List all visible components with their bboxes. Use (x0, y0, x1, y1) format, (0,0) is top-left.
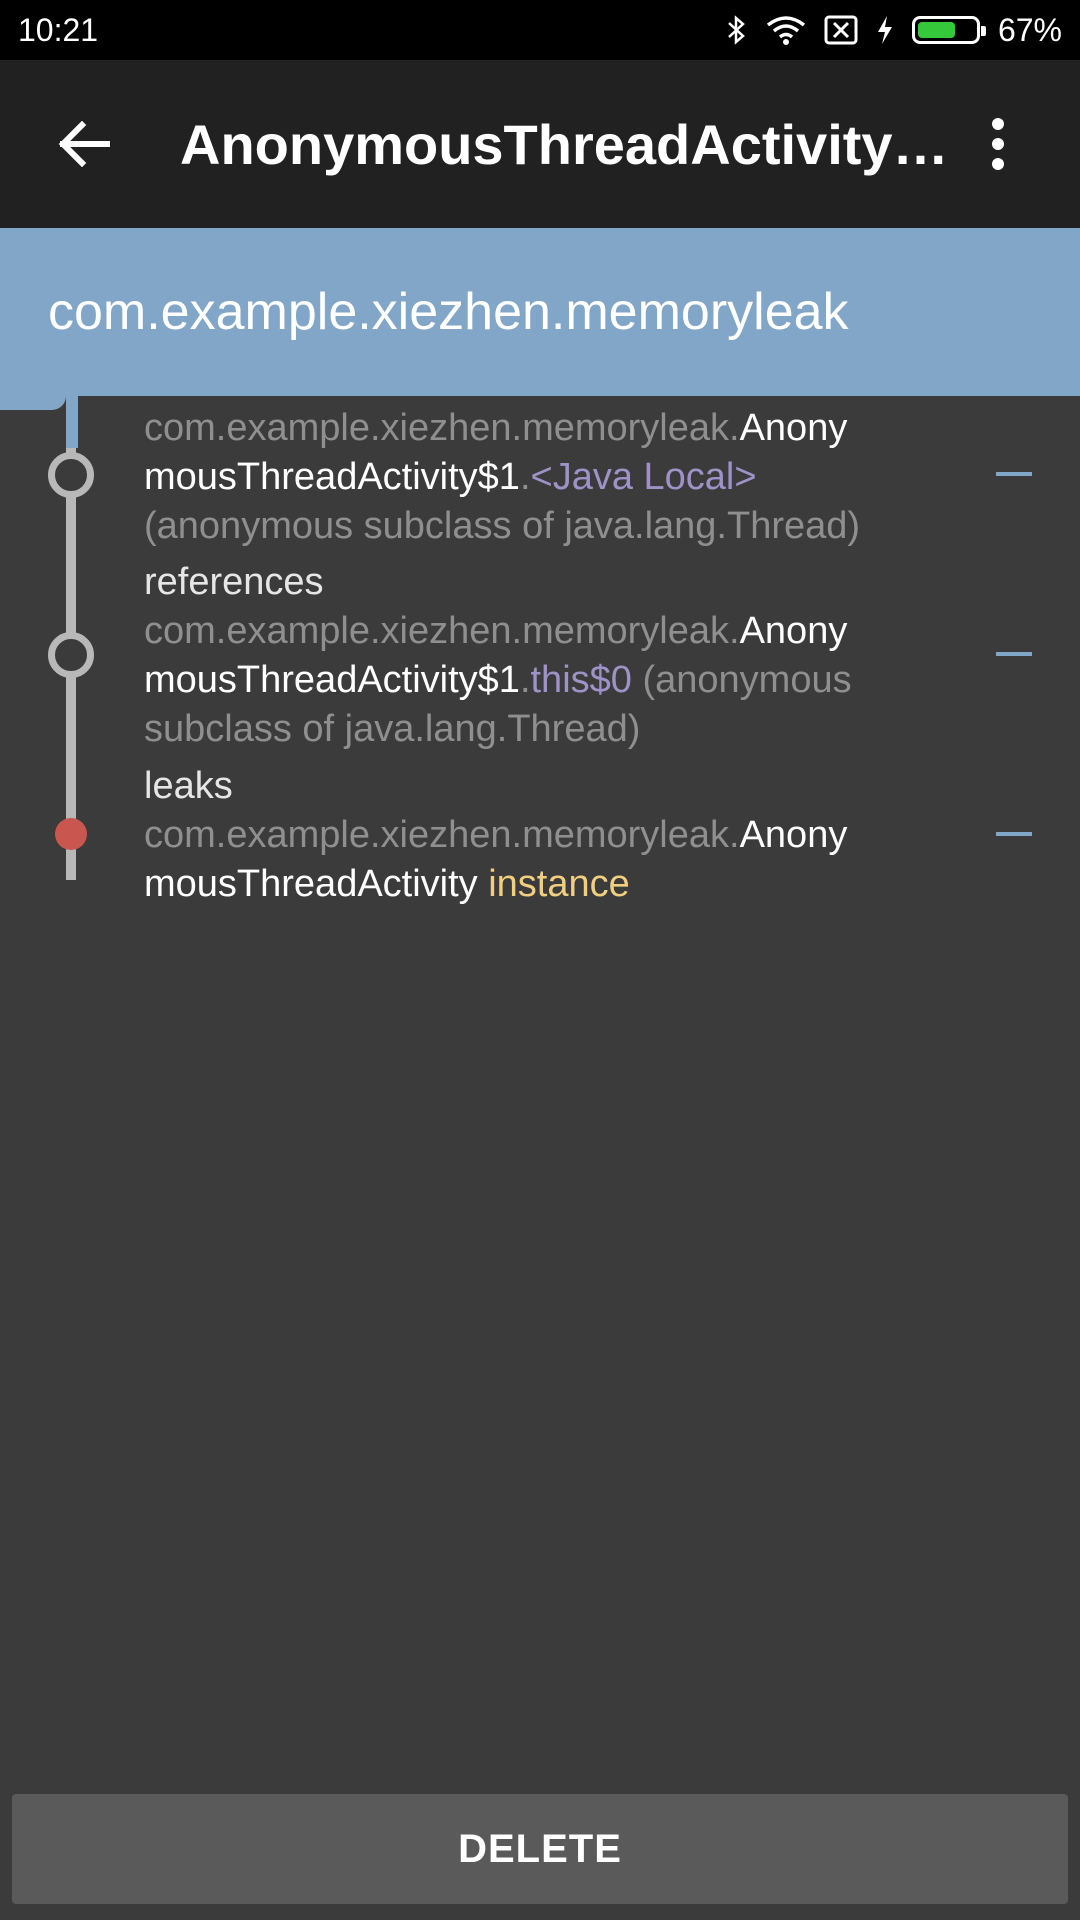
trace-connector (0, 396, 66, 410)
wifi-icon (766, 15, 806, 45)
trace-entry-3[interactable]: leaks com.example.xiezhen.memoryleak.Anon… (144, 762, 954, 909)
charging-icon (876, 15, 894, 45)
trace-entry-2[interactable]: references com.example.xiezhen.memoryleak… (144, 558, 954, 754)
collapse-icon[interactable] (996, 832, 1032, 836)
entry-dot: . (519, 659, 531, 701)
status-bar: 10:21 67% (0, 0, 1080, 60)
trace-node-1 (48, 452, 94, 498)
entry-class: Anony (739, 610, 848, 652)
package-name: com.example.xiezhen.memoryleak (48, 283, 849, 341)
entry-class-cont: mousThreadActivity (144, 863, 478, 905)
collapse-icon[interactable] (996, 472, 1032, 476)
overflow-menu-button[interactable] (958, 60, 1038, 228)
status-icons: 67% (726, 12, 1062, 49)
back-button[interactable] (24, 60, 144, 228)
entry-dot: . (519, 456, 531, 498)
trace-entry-1[interactable]: com.example.xiezhen.memoryleak.Anony mous… (144, 404, 954, 551)
entry-instance: instance (488, 863, 630, 905)
battery-fill (917, 22, 956, 38)
entry-class-cont: mousThreadActivity$1 (144, 456, 520, 498)
more-vertical-icon (992, 118, 1004, 170)
no-sim-icon (824, 15, 858, 45)
entry-class-cont: mousThreadActivity$1 (144, 659, 520, 701)
trace-node-2 (48, 632, 94, 678)
entry-field: <Java Local> (530, 456, 757, 498)
bluetooth-icon (726, 14, 748, 46)
entry-detail: (anonymous subclass of java.lang.Thread) (144, 505, 861, 547)
trace-line-top (66, 396, 78, 448)
status-time: 10:21 (18, 11, 99, 48)
battery-percent: 67% (997, 11, 1062, 48)
delete-button[interactable]: DELETE (12, 1794, 1068, 1904)
entry-package: com.example.xiezhen.memoryleak. (144, 610, 740, 652)
entry-class: Anony (739, 814, 848, 856)
battery-icon (911, 16, 986, 44)
entry-detail: (anonymous (642, 659, 852, 701)
page-title: AnonymousThreadActivity… (180, 112, 949, 176)
entry-class: Anony (739, 407, 848, 449)
arrow-left-icon (58, 121, 110, 167)
collapse-icon[interactable] (996, 652, 1032, 656)
leak-node (55, 818, 87, 850)
app-toolbar: AnonymousThreadActivity… (0, 60, 1080, 228)
package-header: com.example.xiezhen.memoryleak (0, 228, 1080, 396)
entry-relation: leaks (144, 765, 233, 807)
entry-package: com.example.xiezhen.memoryleak. (144, 814, 740, 856)
entry-detail-cont: subclass of java.lang.Thread) (144, 708, 641, 750)
entry-relation: references (144, 561, 324, 603)
entry-field: this$0 (530, 659, 632, 701)
entry-package: com.example.xiezhen.memoryleak. (144, 407, 740, 449)
